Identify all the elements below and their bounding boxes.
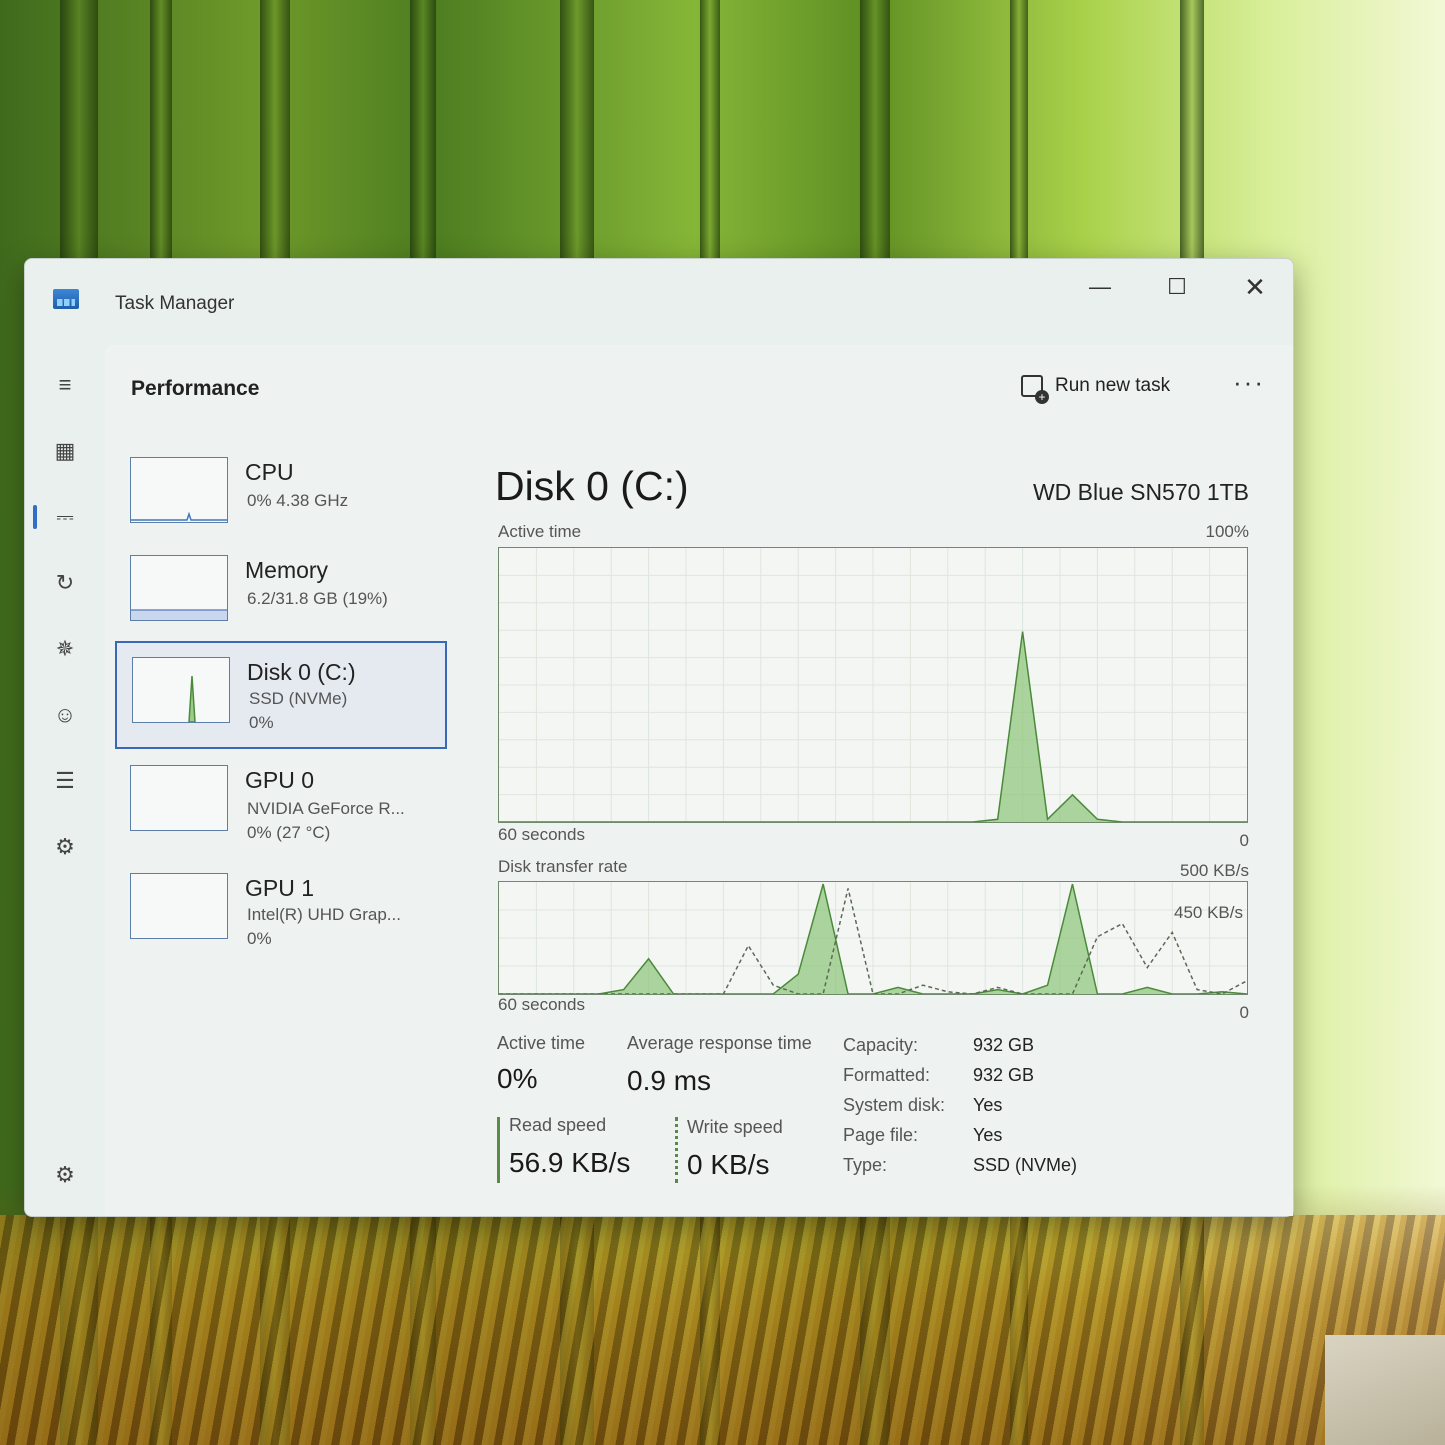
property-key: Type: [843,1155,888,1175]
page-title: Performance [131,377,260,400]
cpu-mini-graph [130,457,228,523]
maximize-button[interactable]: ☐ [1147,267,1207,307]
gpu0-mini-graph [130,765,228,831]
perf-item-name: Memory [245,557,329,583]
perf-item-name: GPU 1 [245,875,315,901]
transfer-rate-min-label: 0 [1239,1003,1249,1022]
active-time-span-label: 60 seconds [498,825,585,844]
transfer-rate-mark-label: 450 KB/s [1174,903,1243,922]
perf-item-detail: 6.2/31.8 GB (19%) [247,589,388,608]
perf-item-usage: 0% [247,929,272,948]
transfer-rate-max-label: 500 KB/s [1180,861,1249,880]
active-time-graph-label: Active time [498,522,582,541]
disk-mini-graph [132,657,230,723]
performance-pane: Performance Run new task ··· CPU 0% 4.38… [105,345,1293,1216]
read-speed-label: Read speed [509,1115,607,1135]
minimize-button[interactable]: — [1070,267,1130,307]
perf-item-cpu[interactable]: CPU 0% 4.38 GHz [115,443,447,551]
perf-item-usage: 0% (27 °C) [247,823,331,842]
startup-apps-icon[interactable]: ✵ [47,631,83,667]
run-new-task-label: Run new task [1055,375,1171,396]
read-speed-indicator [497,1117,500,1183]
perf-item-disk0[interactable]: Disk 0 (C:) SSD (NVMe) 0% [115,641,447,749]
settings-icon[interactable]: ⚙ [47,1157,83,1193]
active-time-max-label: 100% [1205,522,1249,541]
hamburger-menu-icon[interactable]: ≡ [47,367,83,403]
read-speed-value: 56.9 KB/s [509,1147,631,1178]
property-key: Formatted: [843,1065,931,1085]
gpu1-mini-graph [130,873,228,939]
users-icon[interactable]: ☺ [47,697,83,733]
perf-item-gpu0[interactable]: GPU 0 NVIDIA GeForce R... 0% (27 °C) [115,751,447,859]
title-bar[interactable]: Task Manager — ☐ ✕ [25,259,1293,345]
performance-icon[interactable]: ⎓ [47,499,83,535]
perf-item-name: GPU 0 [245,767,315,793]
active-time-stat-label: Active time [497,1033,586,1053]
services-icon[interactable]: ⚙ [47,829,83,865]
perf-item-name: CPU [245,459,294,485]
property-key: Page file: [843,1125,919,1145]
transfer-rate-graph-label: Disk transfer rate [498,857,628,876]
property-key: System disk: [843,1095,946,1115]
perf-item-detail: SSD (NVMe) [249,689,348,708]
memory-mini-graph [130,555,228,621]
app-history-icon[interactable]: ↻ [47,565,83,601]
property-value: SSD (NVMe) [973,1155,1078,1175]
transfer-rate-graph [498,881,1248,995]
details-icon[interactable]: ☰ [47,763,83,799]
task-manager-window: Task Manager — ☐ ✕ ≡ ▦ ⎓ ↻ ✵ ☺ ☰ ⚙ ⚙ Per… [24,258,1294,1217]
run-new-task-button[interactable]: Run new task [1021,375,1171,404]
property-key: Capacity: [843,1035,919,1055]
active-time-graph [498,547,1248,823]
perf-item-usage: 0% [249,713,274,732]
perf-item-memory[interactable]: Memory 6.2/31.8 GB (19%) [115,541,447,649]
disk-title: Disk 0 (C:) [495,463,689,509]
perf-item-name: Disk 0 (C:) [247,659,356,685]
property-value: Yes [973,1125,1003,1145]
processes-icon[interactable]: ▦ [47,433,83,469]
nav-rail: ≡ ▦ ⎓ ↻ ✵ ☺ ☰ ⚙ ⚙ [25,345,105,1216]
run-task-icon [1021,375,1049,404]
perf-item-detail: 0% 4.38 GHz [247,491,349,510]
close-button[interactable]: ✕ [1225,267,1285,307]
property-value: 932 GB [973,1035,1035,1055]
transfer-rate-span-label: 60 seconds [498,995,585,1014]
desktop-path [1325,1335,1445,1445]
write-speed-value: 0 KB/s [687,1149,770,1180]
rail-selection-indicator [33,505,37,529]
desktop-grass [0,1215,1445,1445]
write-speed-label: Write speed [687,1117,783,1137]
active-time-min-label: 0 [1239,831,1249,850]
perf-item-detail: Intel(R) UHD Grap... [247,905,401,924]
perf-item-gpu1[interactable]: GPU 1 Intel(R) UHD Grap... 0% [115,859,447,967]
active-time-stat-value: 0% [497,1063,538,1094]
task-manager-app-icon [53,289,79,309]
perf-item-detail: NVIDIA GeForce R... [247,799,405,818]
property-value: 932 GB [973,1065,1035,1085]
window-title: Task Manager [115,293,235,314]
write-speed-indicator [675,1117,678,1183]
avg-response-label: Average response time [627,1033,812,1053]
property-value: Yes [973,1095,1003,1115]
more-options-button[interactable]: ··· [1233,367,1265,398]
disk-model: WD Blue SN570 1TB [1032,479,1249,505]
avg-response-value: 0.9 ms [627,1065,712,1096]
